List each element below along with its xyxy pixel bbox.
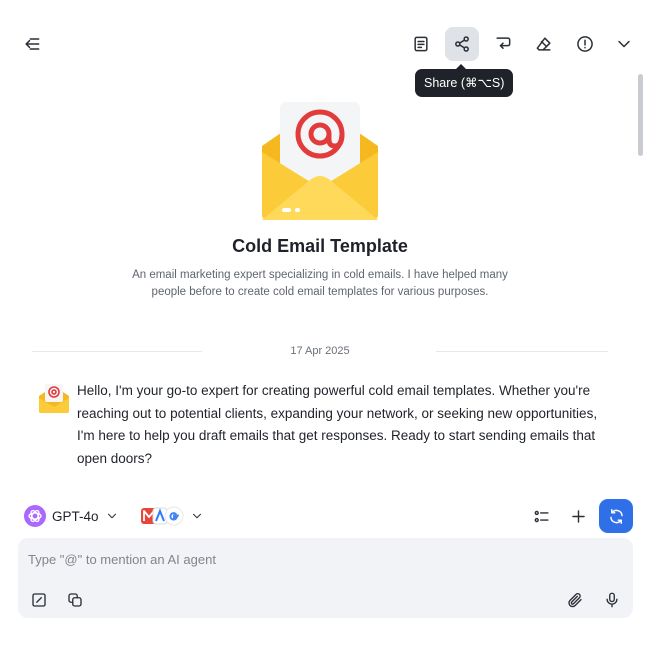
notes-button[interactable] xyxy=(404,27,438,61)
share-icon xyxy=(455,36,469,52)
date-separator: 17 Apr 2025 xyxy=(32,344,608,358)
edit-square-icon xyxy=(32,593,46,607)
model-selector[interactable]: GPT-4o xyxy=(24,504,119,528)
voice-input-button[interactable] xyxy=(599,587,625,613)
notes-icon xyxy=(414,36,428,52)
task-list-button[interactable] xyxy=(525,500,557,532)
agent-avatar xyxy=(39,384,69,413)
info-button[interactable] xyxy=(568,27,602,61)
chevron-down-icon xyxy=(618,40,630,48)
paperclip-icon xyxy=(568,593,582,608)
email-envelope-icon xyxy=(262,102,378,220)
more-dropdown-button[interactable] xyxy=(607,27,641,61)
plus-icon xyxy=(571,509,585,523)
share-button[interactable] xyxy=(445,27,479,61)
agent-description: An email marketing expert specializing i… xyxy=(132,269,508,298)
chevron-down-icon xyxy=(107,513,116,519)
openai-logo-icon xyxy=(24,505,46,527)
chevron-down-icon xyxy=(192,513,202,519)
add-button[interactable] xyxy=(562,500,594,532)
scrollbar-thumb[interactable] xyxy=(638,74,643,156)
message-composer xyxy=(18,538,633,618)
back-collapse-button[interactable] xyxy=(15,27,49,61)
refresh-chat-button[interactable] xyxy=(599,499,633,533)
share-tooltip: Share (⌘⌥S) xyxy=(415,64,514,97)
top-bar xyxy=(0,0,648,70)
info-icon xyxy=(577,36,593,52)
task-list-icon xyxy=(534,510,549,522)
message-text: Hello, I'm your go-to expert for creatin… xyxy=(77,383,598,466)
copy-icon xyxy=(68,593,82,607)
eraser-icon xyxy=(536,37,551,51)
reply-icon xyxy=(496,37,511,49)
refresh-icon xyxy=(609,508,623,524)
attach-button[interactable] xyxy=(562,587,588,613)
composer-toolbar: GPT-4o xyxy=(0,498,648,534)
message-input[interactable] xyxy=(28,548,618,570)
new-note-button[interactable] xyxy=(26,587,52,613)
agent-tools-selector[interactable] xyxy=(140,504,204,528)
reply-button[interactable] xyxy=(486,27,520,61)
copy-button[interactable] xyxy=(62,587,88,613)
divider xyxy=(436,351,608,352)
microphone-icon xyxy=(606,592,618,608)
eraser-button[interactable] xyxy=(527,27,561,61)
back-collapse-icon xyxy=(25,38,40,50)
agent-title: Cold Email Template xyxy=(232,236,408,256)
model-name: GPT-4o xyxy=(52,508,99,524)
tool-logos-icon xyxy=(141,506,184,526)
